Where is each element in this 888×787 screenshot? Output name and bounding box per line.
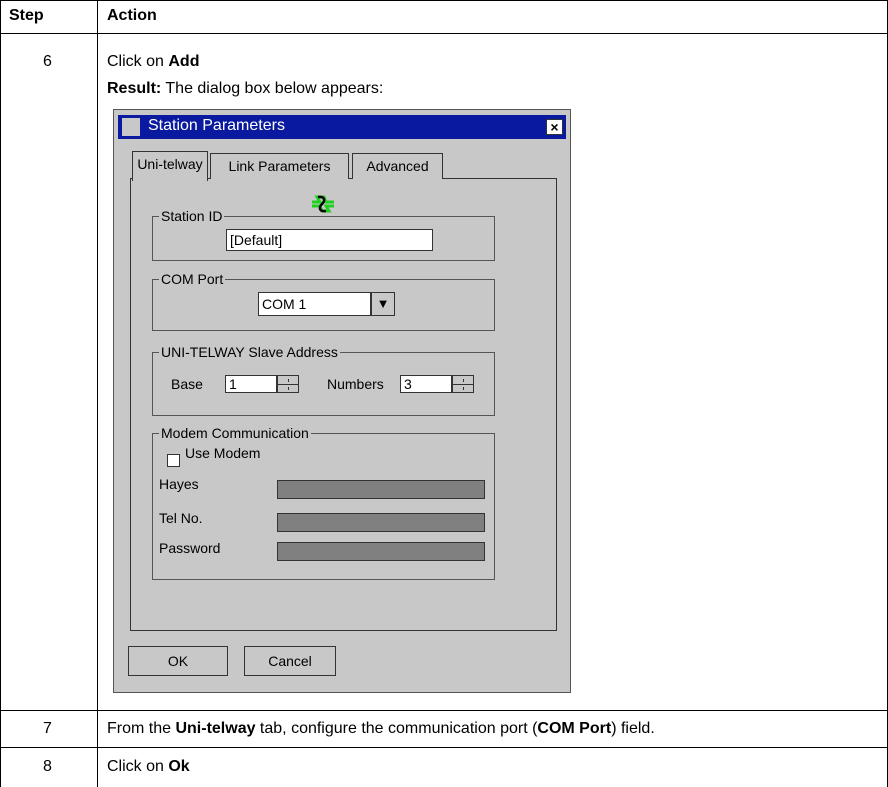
modem-group: Modem Communication Use Modem Hayes Tel … (152, 424, 495, 580)
slave-address-legend: UNI-TELWAY Slave Address (159, 343, 340, 361)
use-modem-checkbox[interactable] (167, 454, 180, 467)
cancel-button[interactable]: Cancel (244, 646, 336, 676)
use-modem-label: Use Modem (185, 445, 261, 461)
tab-uni-telway[interactable]: Uni-telway (132, 151, 208, 181)
row6-divider (0, 710, 888, 711)
hayes-field[interactable] (277, 480, 485, 499)
header-step: Step (9, 7, 44, 24)
password-field[interactable] (277, 542, 485, 561)
system-menu-icon[interactable] (122, 118, 140, 136)
column-divider (97, 0, 98, 787)
base-spinner[interactable] (277, 375, 299, 393)
tel-field[interactable] (277, 513, 485, 532)
dialog-title: Station Parameters (148, 117, 285, 134)
station-id-group: Station ID [Default] (152, 207, 495, 261)
uni-telway-link-icon (312, 195, 334, 213)
row6-line2: Result: The dialog box below appears: (107, 80, 384, 97)
modem-legend: Modem Communication (159, 424, 311, 442)
row8-text: Click on Ok (107, 758, 190, 775)
com-port-group: COM Port COM 1 ▼ (152, 270, 495, 331)
header-action: Action (107, 7, 157, 24)
step-7: 7 (43, 720, 52, 737)
station-parameters-dialog: Station Parameters × Uni-telway Link Par… (113, 109, 571, 693)
ok-button[interactable]: OK (128, 646, 228, 676)
hayes-label: Hayes (159, 476, 199, 492)
step-8: 8 (43, 758, 52, 775)
station-id-legend: Station ID (159, 207, 225, 225)
row6-line1: Click on Add (107, 53, 200, 70)
chevron-down-icon: ▼ (376, 296, 390, 311)
row7-divider (0, 747, 888, 748)
table-border-top (0, 0, 888, 1)
numbers-label: Numbers (327, 376, 384, 392)
numbers-input[interactable]: 3 (400, 375, 452, 393)
numbers-spinner[interactable] (452, 375, 474, 393)
tab-link-parameters[interactable]: Link Parameters (210, 153, 349, 179)
com-port-legend: COM Port (159, 270, 226, 288)
close-button[interactable]: × (546, 119, 563, 135)
slave-address-group: UNI-TELWAY Slave Address Base 1 Numbers … (152, 343, 495, 416)
step-6: 6 (43, 53, 52, 70)
tel-label: Tel No. (159, 510, 203, 526)
station-id-input[interactable]: [Default] (226, 229, 433, 251)
header-divider (0, 33, 888, 34)
com-port-select[interactable]: COM 1 (258, 292, 371, 316)
row7-text: From the Uni-telway tab, configure the c… (107, 720, 655, 737)
com-port-dropdown-button[interactable]: ▼ (371, 292, 395, 316)
base-input[interactable]: 1 (225, 375, 277, 393)
table-border-left (0, 0, 1, 787)
dialog-titlebar: Station Parameters × (118, 115, 566, 139)
password-label: Password (159, 540, 221, 556)
tab-advanced[interactable]: Advanced (352, 153, 443, 179)
base-label: Base (171, 376, 203, 392)
